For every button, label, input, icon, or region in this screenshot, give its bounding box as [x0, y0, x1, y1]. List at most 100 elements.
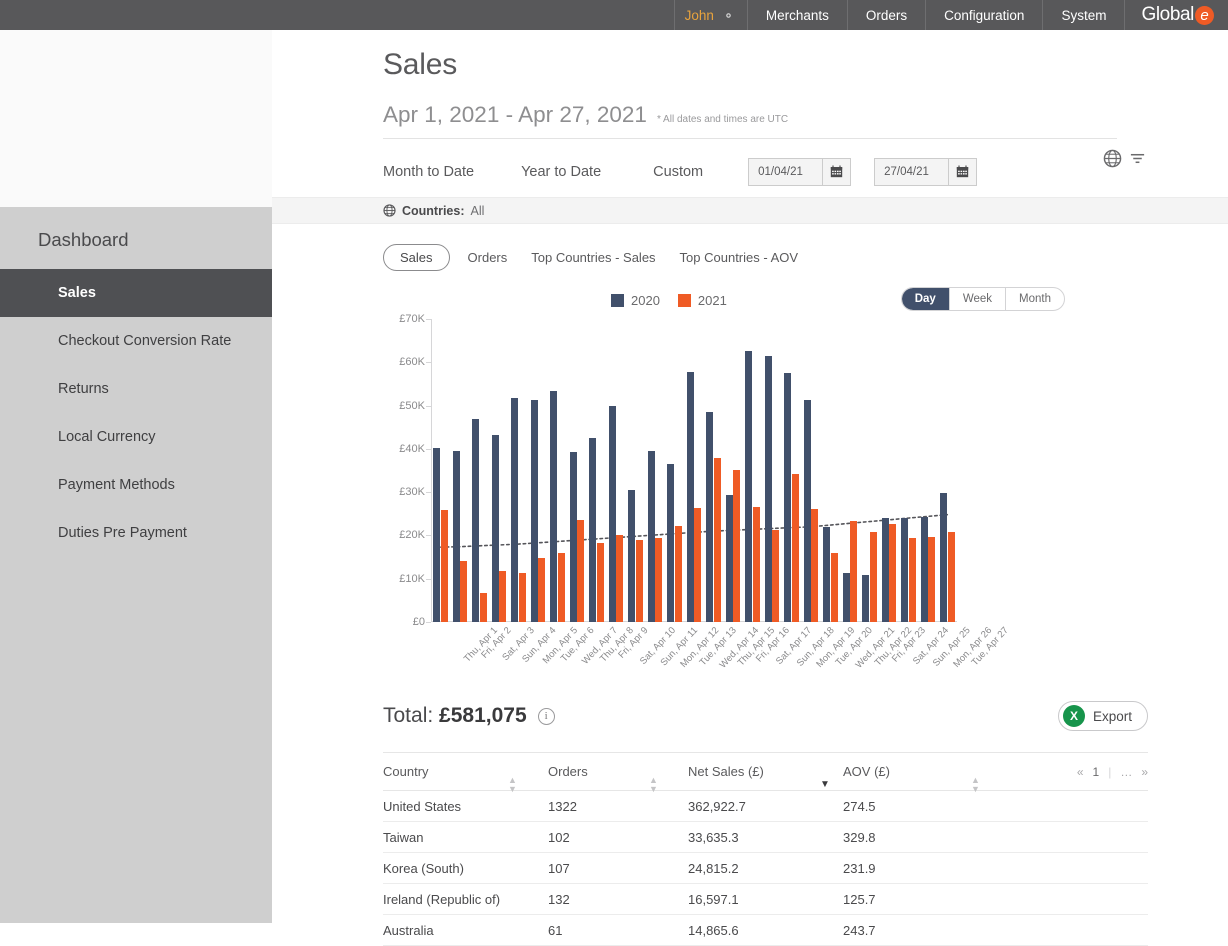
granularity-week[interactable]: Week — [950, 288, 1007, 310]
chart-bar-2020[interactable] — [491, 434, 499, 622]
chart-bar-2020[interactable] — [784, 373, 792, 622]
pagination-first[interactable]: « — [1077, 765, 1084, 779]
nav-item-system[interactable]: System — [1042, 0, 1124, 30]
chart-bar-2020[interactable] — [920, 517, 928, 622]
granularity-day[interactable]: Day — [901, 288, 950, 310]
tab-top-countries-aov[interactable]: Top Countries - AOV — [680, 250, 823, 265]
date-from-field[interactable]: 01/04/21 — [748, 157, 852, 186]
preset-month-to-date[interactable]: Month to Date — [383, 164, 474, 180]
chart-bar-2021[interactable] — [830, 553, 838, 622]
chart-bar-2020[interactable] — [628, 490, 636, 622]
chart-bar-2020[interactable] — [686, 371, 694, 622]
tab-orders[interactable]: Orders — [468, 250, 532, 265]
chart-bar-2021[interactable] — [635, 539, 643, 622]
table-row[interactable]: Korea (South) 107 24,815.2 231.9 — [383, 853, 1148, 884]
chart-bar-2021[interactable] — [791, 474, 799, 622]
chart-bar-2021[interactable] — [811, 508, 819, 622]
table-row[interactable]: Australia 61 14,865.6 243.7 — [383, 915, 1148, 946]
column-header-aov[interactable]: AOV (£) ▲ ▼ — [843, 764, 1013, 794]
chart-bar-2020[interactable] — [530, 399, 538, 622]
chart-bar-2020[interactable] — [452, 451, 460, 622]
sort-icon-orders[interactable]: ▲ ▼ — [649, 776, 658, 794]
chart-bar-2020[interactable] — [569, 451, 577, 622]
info-icon[interactable]: i — [537, 707, 555, 725]
sidebar-item-returns[interactable]: Returns — [0, 365, 272, 413]
table-row[interactable]: Taiwan 102 33,635.3 329.8 — [383, 822, 1148, 853]
chart-bar-2020[interactable] — [803, 400, 811, 622]
pagination-current[interactable]: 1 — [1093, 765, 1100, 779]
nav-item-merchants[interactable]: Merchants — [746, 0, 847, 30]
chart-bar-2021[interactable] — [928, 536, 936, 622]
sidebar-item-payment-methods[interactable]: Payment Methods — [0, 461, 272, 509]
sidebar-item-sales[interactable]: Sales — [0, 269, 272, 317]
sidebar-item-checkout-conversion-rate[interactable]: Checkout Conversion Rate — [0, 317, 272, 365]
chart-bar-2020[interactable] — [745, 351, 753, 622]
pagination-last[interactable]: » — [1141, 765, 1148, 779]
column-label-net-sales[interactable]: Net Sales (£) — [688, 764, 764, 779]
granularity-month[interactable]: Month — [1006, 288, 1064, 310]
chart-bar-2020[interactable] — [725, 494, 733, 622]
nav-item-configuration[interactable]: Configuration — [925, 0, 1042, 30]
column-header-country[interactable]: Country ▲ ▼ — [383, 764, 548, 794]
sort-icon-country[interactable]: ▲ ▼ — [508, 776, 517, 794]
chart-bar-2020[interactable] — [823, 527, 831, 622]
chart-bar-2021[interactable] — [538, 557, 546, 622]
chart-bar-2021[interactable] — [655, 537, 663, 622]
chart-bar-2020[interactable] — [940, 493, 947, 622]
column-label-orders[interactable]: Orders — [548, 764, 588, 779]
table-row[interactable]: United States 1322 362,922.7 274.5 — [383, 791, 1148, 822]
globe-icon[interactable] — [1103, 149, 1122, 173]
chart-bar-2020[interactable] — [667, 464, 675, 622]
chart-bar-2020[interactable] — [589, 437, 597, 622]
chart-bar-2021[interactable] — [518, 573, 526, 622]
column-label-aov[interactable]: AOV (£) — [843, 764, 890, 779]
chart-bar-2020[interactable] — [842, 572, 850, 622]
sidebar-item-local-currency[interactable]: Local Currency — [0, 413, 272, 461]
chart-bar-2021[interactable] — [577, 520, 585, 622]
sort-icon-aov[interactable]: ▲ ▼ — [971, 776, 980, 794]
chart-bar-2021[interactable] — [557, 553, 565, 622]
chart-bar-2021[interactable] — [889, 523, 897, 622]
table-row[interactable]: Ireland (Republic of) 132 16,597.1 125.7 — [383, 884, 1148, 915]
column-header-net-sales[interactable]: Net Sales (£) ▼ — [688, 764, 843, 790]
chart-bar-2021[interactable] — [772, 529, 780, 622]
sidebar-item-duties-pre-payment[interactable]: Duties Pre Payment — [0, 509, 272, 557]
chart-bar-2021[interactable] — [616, 535, 624, 622]
chart-bar-2021[interactable] — [596, 542, 604, 622]
date-from-value[interactable]: 01/04/21 — [749, 159, 822, 185]
sort-icon-net-sales[interactable]: ▼ — [820, 780, 830, 790]
chart-bar-2021[interactable] — [479, 593, 487, 622]
chart-bar-2020[interactable] — [862, 574, 870, 622]
chart-bar-2020[interactable] — [647, 451, 655, 622]
chart-bar-2021[interactable] — [733, 470, 741, 622]
filter-icon[interactable] — [1129, 150, 1146, 172]
tab-sales[interactable]: Sales — [383, 244, 450, 271]
column-label-country[interactable]: Country — [383, 764, 429, 779]
chart-bar-2021[interactable] — [674, 525, 682, 622]
export-button[interactable]: X Export — [1057, 701, 1148, 731]
calendar-icon[interactable] — [822, 158, 851, 185]
chart-bar-2021[interactable] — [850, 521, 858, 622]
chart-bar-2020[interactable] — [764, 356, 772, 622]
chart-bar-2020[interactable] — [511, 397, 519, 622]
chart-bar-2021[interactable] — [460, 560, 468, 622]
legend-item-2021[interactable]: 2021 — [677, 293, 727, 308]
chart-bar-2020[interactable] — [706, 412, 714, 622]
chart-bar-2021[interactable] — [752, 507, 760, 622]
chart-bar-2021[interactable] — [869, 531, 877, 622]
chart-bar-2020[interactable] — [433, 447, 441, 622]
chart-bar-2021[interactable] — [713, 458, 721, 622]
chart-bar-2021[interactable] — [440, 510, 448, 622]
chart-bar-2020[interactable] — [901, 517, 909, 622]
nav-user-menu[interactable]: John — [673, 0, 747, 30]
chart-bar-2020[interactable] — [472, 419, 480, 622]
chart-bar-2021[interactable] — [694, 508, 702, 622]
date-to-value[interactable]: 27/04/21 — [875, 159, 948, 185]
preset-year-to-date[interactable]: Year to Date — [521, 164, 601, 180]
chart-bar-2021[interactable] — [947, 531, 955, 622]
legend-item-2020[interactable]: 2020 — [611, 293, 660, 308]
preset-custom[interactable]: Custom — [653, 164, 703, 180]
column-header-orders[interactable]: Orders ▲ ▼ — [548, 764, 688, 794]
chart-bar-2020[interactable] — [881, 518, 889, 622]
chart-bar-2021[interactable] — [499, 570, 507, 622]
